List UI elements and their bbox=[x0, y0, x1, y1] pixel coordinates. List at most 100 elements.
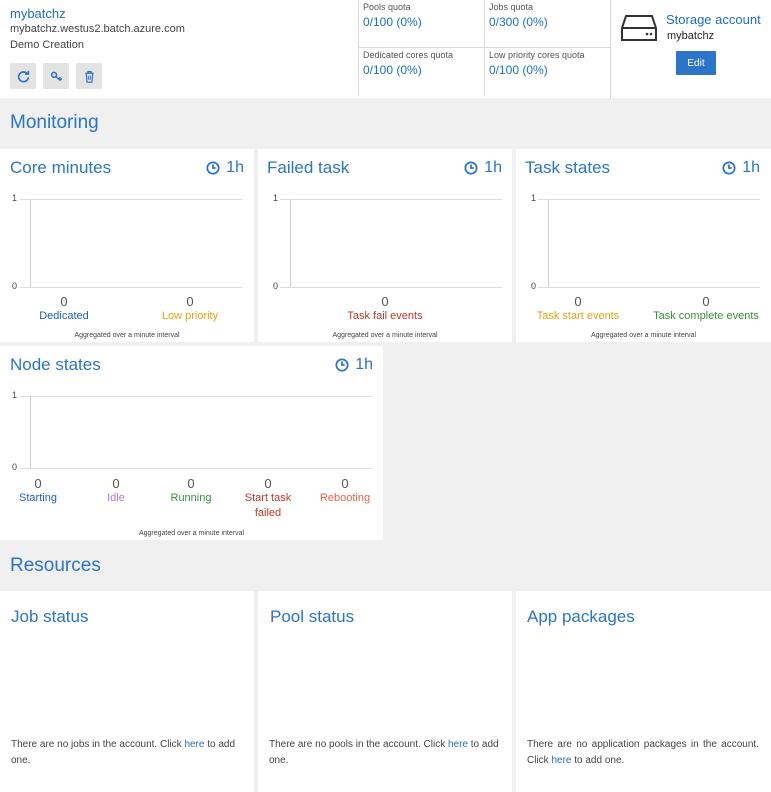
task-states-card: Task states 1h 1 0 0 Task start events 0… bbox=[516, 149, 771, 342]
job-status-card: Job status There are no jobs in the acco… bbox=[0, 591, 254, 792]
clock-icon bbox=[722, 161, 736, 175]
metric-task-start-events: 0 Task start events bbox=[526, 294, 630, 324]
account-name-link[interactable]: mybatchz bbox=[10, 6, 66, 21]
metric-value: 0 bbox=[186, 294, 194, 309]
hard-drive-icon bbox=[621, 15, 657, 41]
metric-label: Start task failed bbox=[244, 492, 292, 519]
job-status-title: Job status bbox=[11, 607, 89, 626]
jobs-quota-value[interactable]: 0/300 (0%) bbox=[489, 15, 606, 29]
metric-label: Running bbox=[170, 492, 212, 504]
time-range-label: 1h bbox=[484, 159, 502, 176]
gridline-top bbox=[20, 199, 242, 200]
metric-idle: 0 Idle bbox=[82, 476, 150, 506]
core-minutes-card: Core minutes 1h 1 0 0 Dedicated 0 Low pr… bbox=[0, 149, 254, 342]
keys-button[interactable] bbox=[43, 63, 69, 89]
delete-icon bbox=[84, 70, 94, 83]
time-range-label: 1h bbox=[226, 159, 244, 176]
refresh-button[interactable] bbox=[10, 63, 36, 89]
metric-value: 0 bbox=[702, 294, 710, 309]
message-text: There are no pools in the account. Click bbox=[269, 739, 448, 750]
y-axis-max: 1 bbox=[531, 193, 537, 203]
metric-label: Task start events bbox=[536, 310, 620, 322]
node-states-card: Node states 1h 1 0 0 Starting 0 Idle 0 R… bbox=[0, 346, 383, 540]
monitoring-title: Monitoring bbox=[10, 112, 99, 133]
task-states-range[interactable]: 1h bbox=[722, 159, 760, 177]
gridline-top bbox=[538, 199, 760, 200]
y-axis-min: 0 bbox=[12, 462, 18, 472]
metric-label: Idle bbox=[107, 492, 125, 504]
metric-value: 0 bbox=[341, 476, 349, 491]
message-text: There are no jobs in the account. Click bbox=[11, 739, 185, 750]
failed-task-card: Failed task 1h 1 0 0 Task fail events Ag… bbox=[258, 149, 512, 342]
y-axis-max: 1 bbox=[12, 193, 18, 203]
jobs-quota-label: Jobs quota bbox=[489, 2, 534, 12]
account-url: mybatchz.westus2.batch.azure.com bbox=[10, 23, 185, 35]
gridline-bottom bbox=[280, 287, 502, 288]
metric-label: Task fail events bbox=[347, 310, 423, 322]
aggregate-note: Aggregated over a minute interval bbox=[74, 332, 180, 339]
low-priority-cores-quota: Low priority cores quota 0/100 (0%) bbox=[484, 47, 610, 96]
task-states-title: Task states bbox=[525, 158, 611, 177]
add-pool-link[interactable]: here bbox=[448, 739, 468, 750]
pool-status-empty-message: There are no pools in the account. Click… bbox=[269, 737, 507, 769]
add-app-package-link[interactable]: here bbox=[551, 755, 571, 766]
metric-value: 0 bbox=[112, 476, 120, 491]
key-icon bbox=[50, 71, 62, 81]
low-priority-cores-quota-value[interactable]: 0/100 (0%) bbox=[489, 63, 606, 77]
account-description: Demo Creation bbox=[10, 39, 84, 51]
metric-label: Dedicated bbox=[39, 310, 89, 322]
y-axis-min: 0 bbox=[273, 281, 279, 291]
metric-starting: 0 Starting bbox=[4, 476, 72, 506]
aggregate-note: Aggregated over a minute interval bbox=[590, 332, 697, 339]
metric-start-task-failed: 0 Start task failed bbox=[234, 476, 302, 521]
clock-icon bbox=[335, 358, 349, 372]
jobs-quota: Jobs quota 0/300 (0%) bbox=[484, 0, 610, 49]
y-axis-max: 1 bbox=[273, 193, 279, 203]
gridline-top bbox=[20, 396, 372, 397]
metric-task-fail-events: 0 Task fail events bbox=[325, 294, 445, 324]
metric-value: 0 bbox=[574, 294, 582, 309]
gridline-top bbox=[280, 199, 502, 200]
metric-dedicated: 0 Dedicated bbox=[14, 294, 114, 324]
pools-quota-value[interactable]: 0/100 (0%) bbox=[363, 15, 480, 29]
gridline-bottom bbox=[20, 287, 242, 288]
metric-value: 0 bbox=[264, 476, 272, 491]
metric-value: 0 bbox=[34, 476, 42, 491]
metric-rebooting: 0 Rebooting bbox=[310, 476, 380, 506]
metric-label: Rebooting bbox=[319, 492, 371, 504]
edit-storage-button[interactable]: Edit bbox=[676, 51, 716, 75]
node-states-range[interactable]: 1h bbox=[335, 356, 373, 374]
metric-label: Starting bbox=[19, 492, 57, 504]
storage-account-title[interactable]: Storage account bbox=[666, 12, 761, 27]
metric-value: 0 bbox=[187, 476, 195, 491]
app-packages-card: App packages There are no application pa… bbox=[516, 591, 771, 792]
failed-task-title: Failed task bbox=[267, 158, 350, 177]
y-axis-min: 0 bbox=[531, 281, 537, 291]
node-states-title: Node states bbox=[10, 355, 101, 374]
storage-account-name: mybatchz bbox=[667, 30, 715, 42]
y-axis-line bbox=[290, 199, 291, 287]
core-minutes-range[interactable]: 1h bbox=[206, 159, 244, 177]
message-text: to add one. bbox=[571, 755, 625, 766]
y-axis-max: 1 bbox=[12, 390, 18, 400]
delete-button[interactable] bbox=[76, 63, 102, 89]
metric-low-priority: 0 Low priority bbox=[140, 294, 240, 324]
refresh-icon bbox=[17, 70, 29, 82]
dedicated-cores-quota-label: Dedicated cores quota bbox=[363, 50, 454, 60]
metric-task-complete-events: 0 Task complete events bbox=[644, 294, 768, 324]
job-status-empty-message: There are no jobs in the account. Click … bbox=[11, 737, 246, 769]
aggregate-note: Aggregated over a minute interval bbox=[332, 332, 438, 339]
failed-task-range[interactable]: 1h bbox=[464, 159, 502, 177]
time-range-label: 1h bbox=[742, 159, 760, 176]
metric-label: Low priority bbox=[161, 310, 219, 322]
clock-icon bbox=[464, 161, 478, 175]
dedicated-cores-quota-value[interactable]: 0/100 (0%) bbox=[363, 63, 480, 77]
gridline-bottom bbox=[20, 468, 372, 469]
y-axis-min: 0 bbox=[12, 281, 18, 291]
gridline-bottom bbox=[538, 287, 760, 288]
metric-value: 0 bbox=[60, 294, 68, 309]
aggregate-note: Aggregated over a minute interval bbox=[138, 530, 245, 537]
pool-status-card: Pool status There are no pools in the ac… bbox=[258, 591, 512, 792]
metric-label: Task complete events bbox=[653, 310, 759, 322]
add-job-link[interactable]: here bbox=[184, 739, 204, 750]
